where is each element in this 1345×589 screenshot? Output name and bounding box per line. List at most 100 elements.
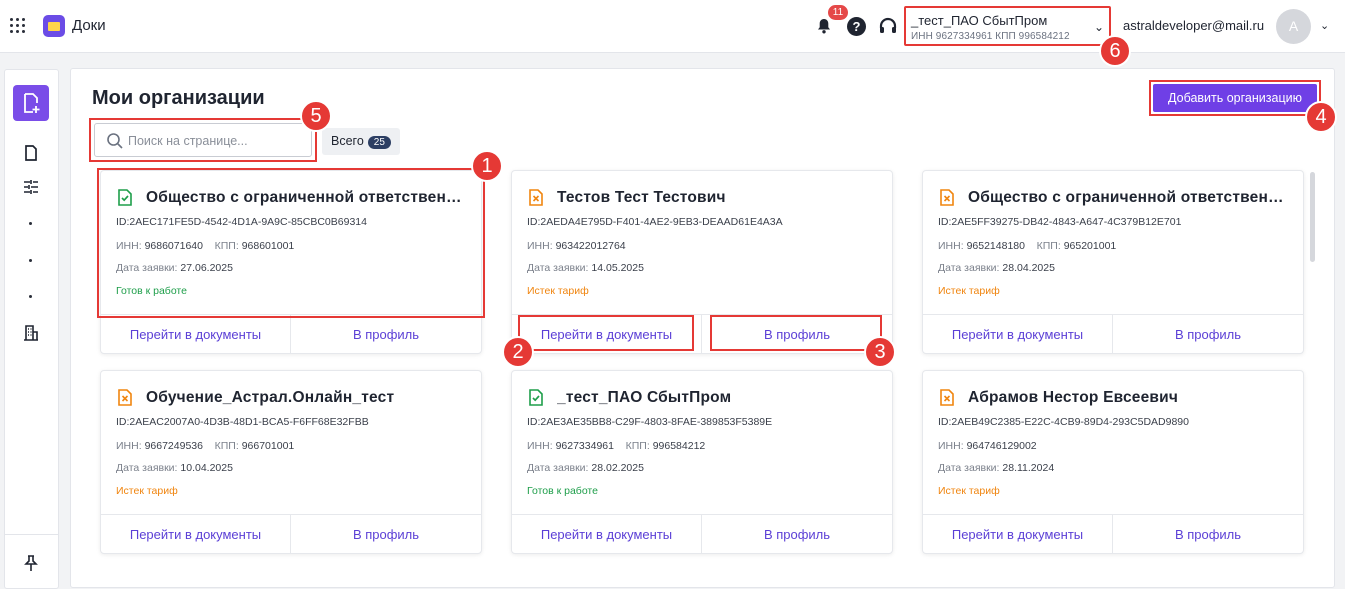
inn-value: 9627334961 [555, 440, 614, 452]
kpp-label: КПП: [214, 440, 239, 452]
file-plus-icon [24, 93, 40, 113]
status-badge: Истек тариф [527, 285, 589, 297]
date-value: 10.04.2025 [180, 462, 233, 474]
status-badge: Истек тариф [116, 485, 178, 497]
apps-grid-icon[interactable] [10, 18, 25, 33]
status-badge: Истек тариф [938, 285, 1000, 297]
date-label: Дата заявки: [938, 462, 1000, 474]
user-menu-chevron-icon[interactable]: ⌄ [1320, 19, 1329, 32]
building-icon[interactable] [22, 324, 40, 342]
total-count-chip: Всего 25 [322, 128, 400, 155]
date-row: Дата заявки: 10.04.2025 [116, 462, 233, 474]
inn-kpp-row: ИНН: 9652148180 КПП: 965201001 [938, 240, 1116, 252]
organization-name: Абрамов Нестор Евсеевич [968, 389, 1179, 406]
organization-name: Тестов Тест Тестович [557, 189, 726, 206]
search-icon [107, 133, 123, 149]
to-documents-button[interactable]: Перейти в документы [923, 515, 1113, 554]
organization-name: Обучение_Астрал.Онлайн_тест [146, 389, 395, 406]
to-documents-button[interactable]: Перейти в документы [512, 515, 702, 554]
annotation-number: 2 [502, 336, 534, 368]
annotation-number: 4 [1305, 101, 1337, 133]
date-value: 28.04.2025 [1002, 262, 1055, 274]
organization-id: ID:2AE3AE35BB8-C29F-4803-8FAE-389853F538… [527, 416, 773, 428]
date-label: Дата заявки: [938, 262, 1000, 274]
date-row: Дата заявки: 28.02.2025 [527, 462, 644, 474]
document-check-icon [529, 389, 543, 406]
date-label: Дата заявки: [527, 462, 589, 474]
organization-name: Общество с ограниченной ответственностью [968, 189, 1288, 206]
card-actions: Перейти в документы В профиль [101, 314, 481, 354]
card-actions: Перейти в документы В профиль [923, 314, 1303, 354]
page-title: Мои организации [92, 87, 265, 109]
new-document-button[interactable] [13, 85, 49, 121]
add-organization-button[interactable]: Добавить организацию [1153, 84, 1317, 112]
kpp-value: 996584212 [652, 440, 706, 452]
top-bar: Доки 11 ? _тест_ПАО СбытПром ИНН 9627334… [0, 0, 1345, 53]
to-profile-button[interactable]: В профиль [702, 515, 892, 554]
organization-id: ID:2AE5FF39275-DB42-4843-A647-4C379B12E7… [938, 216, 1182, 228]
search-placeholder: Поиск на странице... [128, 134, 248, 148]
organization-selector[interactable]: _тест_ПАО СбытПром ИНН 9627334961 КПП 99… [904, 6, 1111, 46]
sidebar-dot-1[interactable] [29, 222, 32, 225]
to-profile-button[interactable]: В профиль [1113, 515, 1303, 554]
app-logo-icon [43, 15, 65, 37]
document-expired-icon [529, 189, 543, 206]
avatar[interactable]: A [1276, 9, 1311, 44]
organization-name: _тест_ПАО СбытПром [557, 389, 732, 406]
total-label: Всего [331, 134, 364, 148]
support-headset-icon[interactable] [878, 17, 898, 37]
to-documents-button[interactable]: Перейти в документы [101, 515, 291, 554]
inn-kpp-row: ИНН: 9627334961 КПП: 996584212 [527, 440, 705, 452]
inn-value: 964746129002 [966, 440, 1037, 452]
search-highlight: Поиск на странице... [89, 118, 317, 162]
card-actions: Перейти в документы В профиль [512, 514, 892, 554]
organization-card[interactable]: Абрамов Нестор Евсеевич ID:2AEB49C2385-E2… [922, 370, 1304, 554]
date-value: 28.11.2024 [1002, 462, 1055, 474]
search-input[interactable]: Поиск на странице... [94, 123, 312, 157]
sidebar [4, 69, 59, 589]
status-badge: Истек тариф [938, 485, 1000, 497]
highlight-to-profile [710, 315, 882, 351]
kpp-value: 966701001 [241, 440, 295, 452]
date-row: Дата заявки: 28.04.2025 [938, 262, 1055, 274]
kpp-label: КПП: [625, 440, 650, 452]
user-email[interactable]: astraldeveloper@mail.ru [1123, 18, 1264, 33]
inn-kpp-row: ИНН: 9667249536 КПП: 966701001 [116, 440, 294, 452]
organization-card[interactable]: Обучение_Астрал.Онлайн_тест ID:2AEAC2007A… [100, 370, 482, 554]
scrollbar-thumb[interactable] [1310, 172, 1315, 262]
chevron-down-icon: ⌄ [1093, 20, 1104, 34]
date-value: 28.02.2025 [591, 462, 644, 474]
to-profile-button[interactable]: В профиль [291, 515, 481, 554]
help-icon[interactable]: ? [847, 17, 866, 36]
status-badge: Готов к работе [527, 485, 598, 497]
to-profile-button[interactable]: В профиль [291, 315, 481, 354]
kpp-value: 965201001 [1063, 240, 1117, 252]
sidebar-divider [5, 534, 58, 535]
inn-label: ИНН: [527, 440, 553, 452]
date-label: Дата заявки: [527, 262, 589, 274]
inn-kpp-row: ИНН: 963422012764 [527, 240, 626, 252]
to-profile-button[interactable]: В профиль [1113, 315, 1303, 354]
filter-list-icon[interactable] [22, 178, 40, 196]
document-icon[interactable] [22, 144, 40, 162]
sidebar-dot-2[interactable] [29, 259, 32, 262]
organization-id: ID:2AEB49C2385-E22C-4CB9-89D4-293C5DAD98… [938, 416, 1189, 428]
date-value: 14.05.2025 [591, 262, 644, 274]
to-documents-button[interactable]: Перейти в документы [923, 315, 1113, 354]
to-documents-button[interactable]: Перейти в документы [101, 315, 291, 354]
organization-card[interactable]: _тест_ПАО СбытПром ID:2AE3AE35BB8-C29F-48… [511, 370, 893, 554]
inn-label: ИНН: [116, 440, 142, 452]
organization-id: ID:2AEAC2007A0-4D3B-48D1-BCA5-F6FF68E32F… [116, 416, 369, 428]
add-organization-highlight: Добавить организацию [1149, 80, 1321, 116]
sidebar-dot-3[interactable] [29, 295, 32, 298]
document-expired-icon [940, 389, 954, 406]
card-actions: Перейти в документы В профиль [923, 514, 1303, 554]
organization-card[interactable]: Общество с ограниченной ответственностью… [922, 170, 1304, 354]
document-expired-icon [940, 189, 954, 206]
bell-icon[interactable] [816, 18, 832, 34]
annotation-number: 5 [300, 100, 332, 132]
pin-icon[interactable] [22, 554, 40, 572]
inn-value: 963422012764 [555, 240, 626, 252]
organization-id: ID:2AEDA4E795D-F401-4AE2-9EB3-DEAAD61E4A… [527, 216, 783, 228]
date-row: Дата заявки: 28.11.2024 [938, 462, 1054, 474]
